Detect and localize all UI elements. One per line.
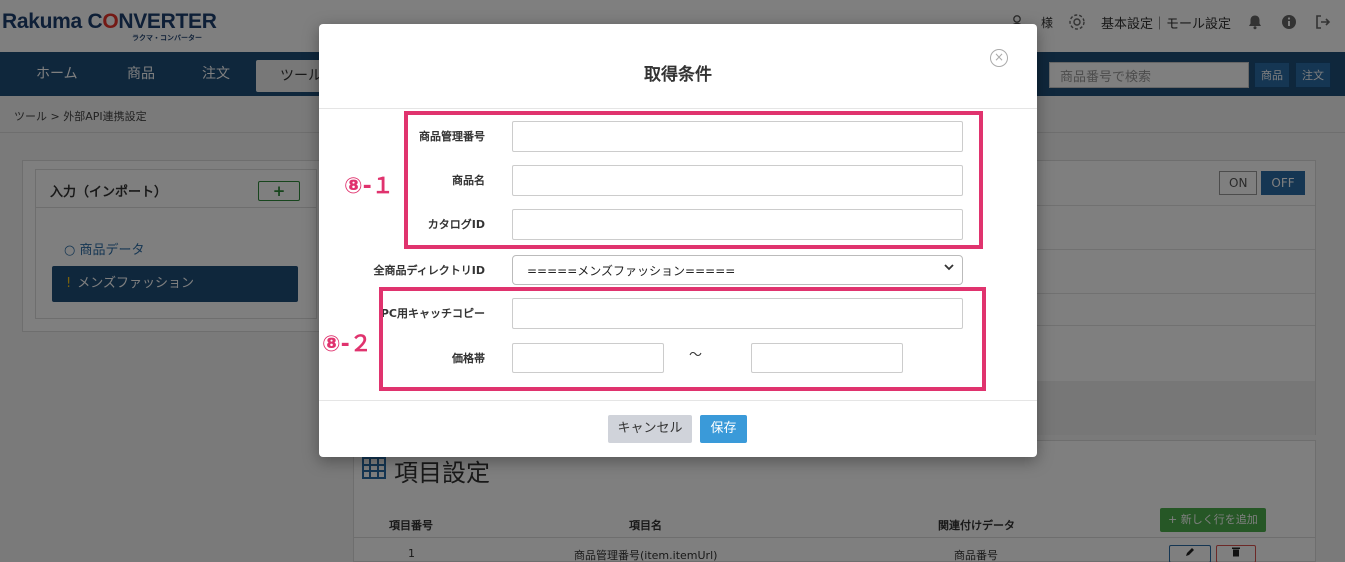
cancel-button[interactable]: キャンセル [608,415,692,443]
highlight-box-2 [379,287,986,391]
conditions-modal: 取得条件 × 商品管理番号 商品名 カタログID 全商品ディレクトリID ===… [319,24,1037,457]
highlight-box-1 [404,111,983,249]
save-button[interactable]: 保存 [700,415,747,443]
close-icon[interactable]: × [990,49,1008,67]
annotation-label-2: ⑧-２ [322,332,372,357]
annotation-label-1: ⑧-１ [344,174,394,199]
modal-footer-divider [319,400,1037,401]
modal-header-divider [319,108,1037,109]
chevron-down-icon [943,261,955,276]
modal-title: 取得条件 [644,65,712,85]
directory-selected-value: =====メンズファッション===== [527,264,736,278]
label-directory-id: 全商品ディレクトリID [373,264,485,277]
directory-id-select[interactable]: =====メンズファッション===== [512,255,963,285]
